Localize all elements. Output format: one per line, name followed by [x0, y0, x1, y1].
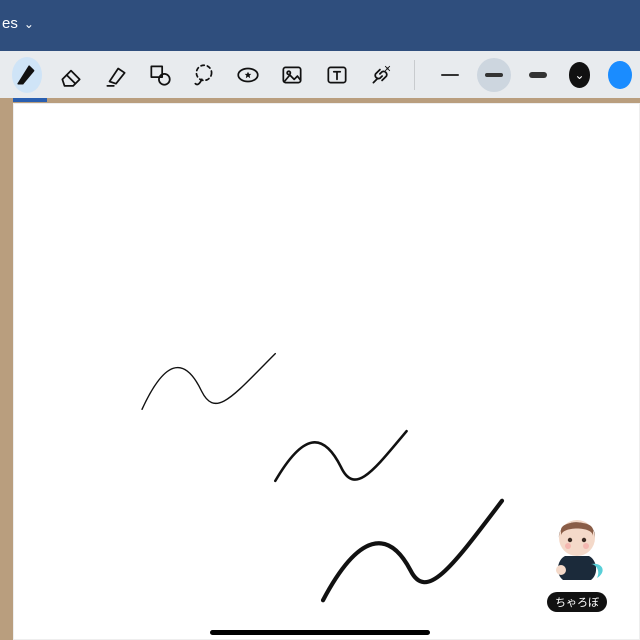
home-indicator[interactable] — [210, 630, 430, 635]
color-picker-toggle[interactable]: ⌄ — [569, 62, 591, 88]
highlighter-icon — [103, 62, 129, 88]
document-title[interactable]: es — [2, 15, 18, 32]
page-scroll-indicator — [13, 98, 47, 102]
stroke-3 — [323, 501, 502, 600]
page-area: ちゃろぼ — [0, 98, 640, 640]
stroke-thin[interactable] — [433, 58, 467, 92]
highlighter-tool[interactable] — [100, 57, 130, 93]
pen-tool[interactable] — [12, 57, 42, 93]
lasso-tool[interactable] — [189, 57, 219, 93]
pen-icon — [14, 62, 40, 88]
stroke-medium[interactable] — [477, 58, 511, 92]
shape-icon — [147, 62, 173, 88]
stroke-thick[interactable] — [521, 58, 555, 92]
stroke-1 — [142, 354, 275, 410]
shape-tool[interactable] — [145, 57, 175, 93]
stroke-width-group — [433, 58, 555, 92]
text-icon — [324, 62, 350, 88]
lasso-icon — [191, 62, 217, 88]
avatar-widget[interactable]: ちゃろぼ — [532, 508, 622, 612]
toolbar-separator — [414, 60, 415, 90]
chevron-down-icon: ⌄ — [575, 68, 585, 82]
stroke-medium-icon — [485, 73, 503, 77]
text-tool[interactable] — [321, 57, 351, 93]
avatar-icon — [537, 508, 617, 588]
image-tool[interactable] — [277, 57, 307, 93]
image-icon — [279, 62, 305, 88]
stroke-thin-icon — [441, 74, 459, 76]
stroke-thick-icon — [529, 72, 547, 78]
link-tool[interactable] — [366, 57, 396, 93]
eraser-icon — [58, 62, 84, 88]
favorites-icon — [235, 62, 261, 88]
link-icon — [368, 62, 394, 88]
canvas[interactable]: ちゃろぼ — [13, 103, 640, 640]
current-color-swatch[interactable] — [608, 61, 632, 89]
title-bar: es ⌄ — [0, 0, 640, 51]
stroke-2 — [275, 431, 406, 481]
app-root: es ⌄ — [0, 0, 640, 640]
toolbar: ⌄ — [0, 51, 640, 98]
avatar-name: ちゃろぼ — [547, 592, 607, 612]
eraser-tool[interactable] — [56, 57, 86, 93]
favorites-tool[interactable] — [233, 57, 263, 93]
title-dropdown-icon[interactable]: ⌄ — [24, 17, 34, 31]
